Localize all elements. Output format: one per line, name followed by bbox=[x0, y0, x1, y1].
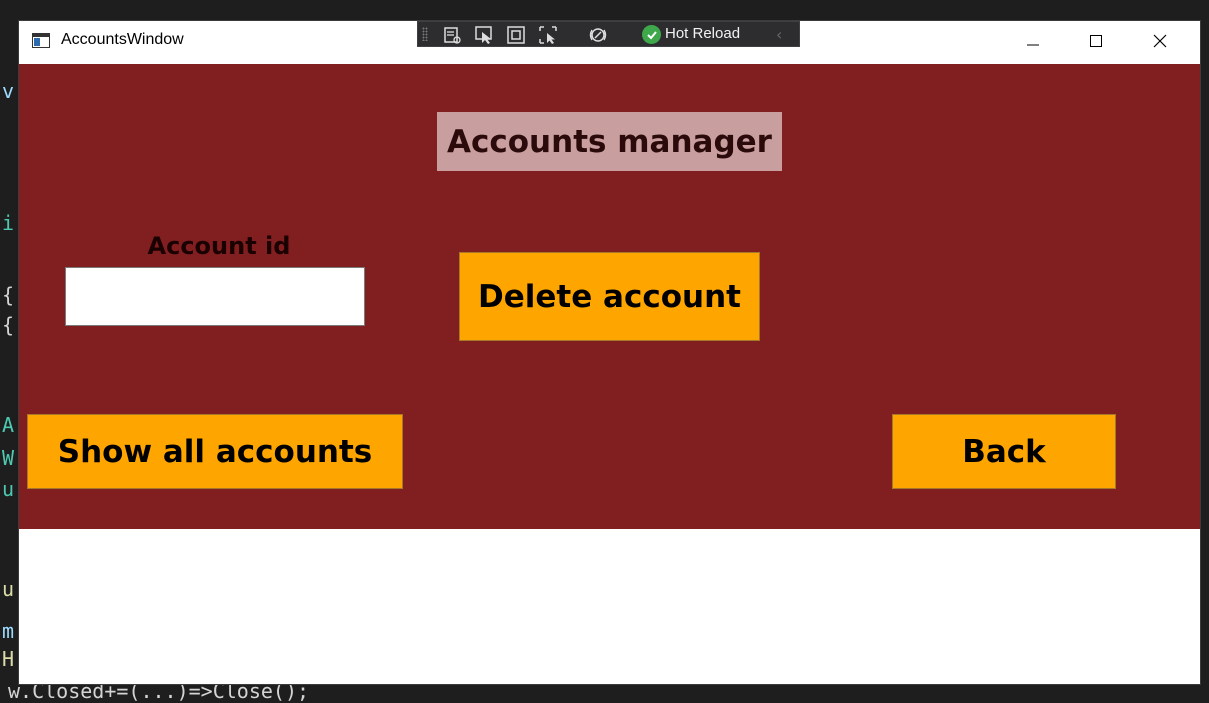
account-id-label: Account id bbox=[147, 232, 291, 260]
maximize-icon bbox=[1090, 35, 1102, 47]
code-fragment: A bbox=[2, 413, 15, 437]
code-fragment: u bbox=[2, 477, 15, 501]
hot-reload-check-icon[interactable] bbox=[642, 25, 661, 44]
accounts-window: AccountsWindow Hot Reload ‹ Accounts man… bbox=[19, 21, 1200, 684]
select-element-icon[interactable] bbox=[474, 25, 494, 45]
minimize-button[interactable] bbox=[1010, 21, 1056, 61]
window-title: AccountsWindow bbox=[61, 31, 184, 48]
back-button[interactable]: Back bbox=[892, 414, 1116, 489]
binding-failures-icon[interactable] bbox=[588, 25, 608, 45]
collapse-chevron-icon[interactable]: ‹ bbox=[776, 25, 782, 44]
display-layout-adorners-icon[interactable] bbox=[506, 25, 526, 45]
code-fragment: { bbox=[2, 313, 15, 337]
code-fragment: v bbox=[2, 79, 15, 103]
code-fragment: m bbox=[2, 619, 15, 643]
live-visual-tree-icon[interactable] bbox=[442, 25, 462, 45]
app-window-icon bbox=[32, 33, 50, 48]
toolbar-grip-icon[interactable] bbox=[422, 27, 428, 41]
hot-reload-toolbar: Hot Reload ‹ bbox=[417, 21, 800, 47]
code-fragment: H bbox=[2, 647, 15, 671]
code-fragment: W bbox=[2, 446, 15, 470]
accounts-panel: Accounts manager Account id Delete accou… bbox=[19, 64, 1200, 529]
minimize-icon bbox=[1027, 44, 1039, 46]
code-fragment: i bbox=[2, 211, 15, 235]
hot-reload-label[interactable]: Hot Reload bbox=[665, 25, 740, 42]
code-fragment: u bbox=[2, 577, 15, 601]
track-focused-element-icon[interactable] bbox=[538, 25, 558, 45]
page-title: Accounts manager bbox=[437, 112, 782, 171]
close-icon bbox=[1153, 34, 1167, 48]
account-id-input[interactable] bbox=[65, 267, 365, 326]
close-button[interactable] bbox=[1137, 21, 1183, 61]
show-all-accounts-button[interactable]: Show all accounts bbox=[27, 414, 403, 489]
delete-account-button[interactable]: Delete account bbox=[459, 252, 760, 341]
code-fragment: { bbox=[2, 283, 15, 307]
results-area bbox=[19, 529, 1200, 684]
maximize-button[interactable] bbox=[1073, 21, 1119, 61]
title-bar[interactable]: AccountsWindow Hot Reload ‹ bbox=[19, 21, 1200, 64]
